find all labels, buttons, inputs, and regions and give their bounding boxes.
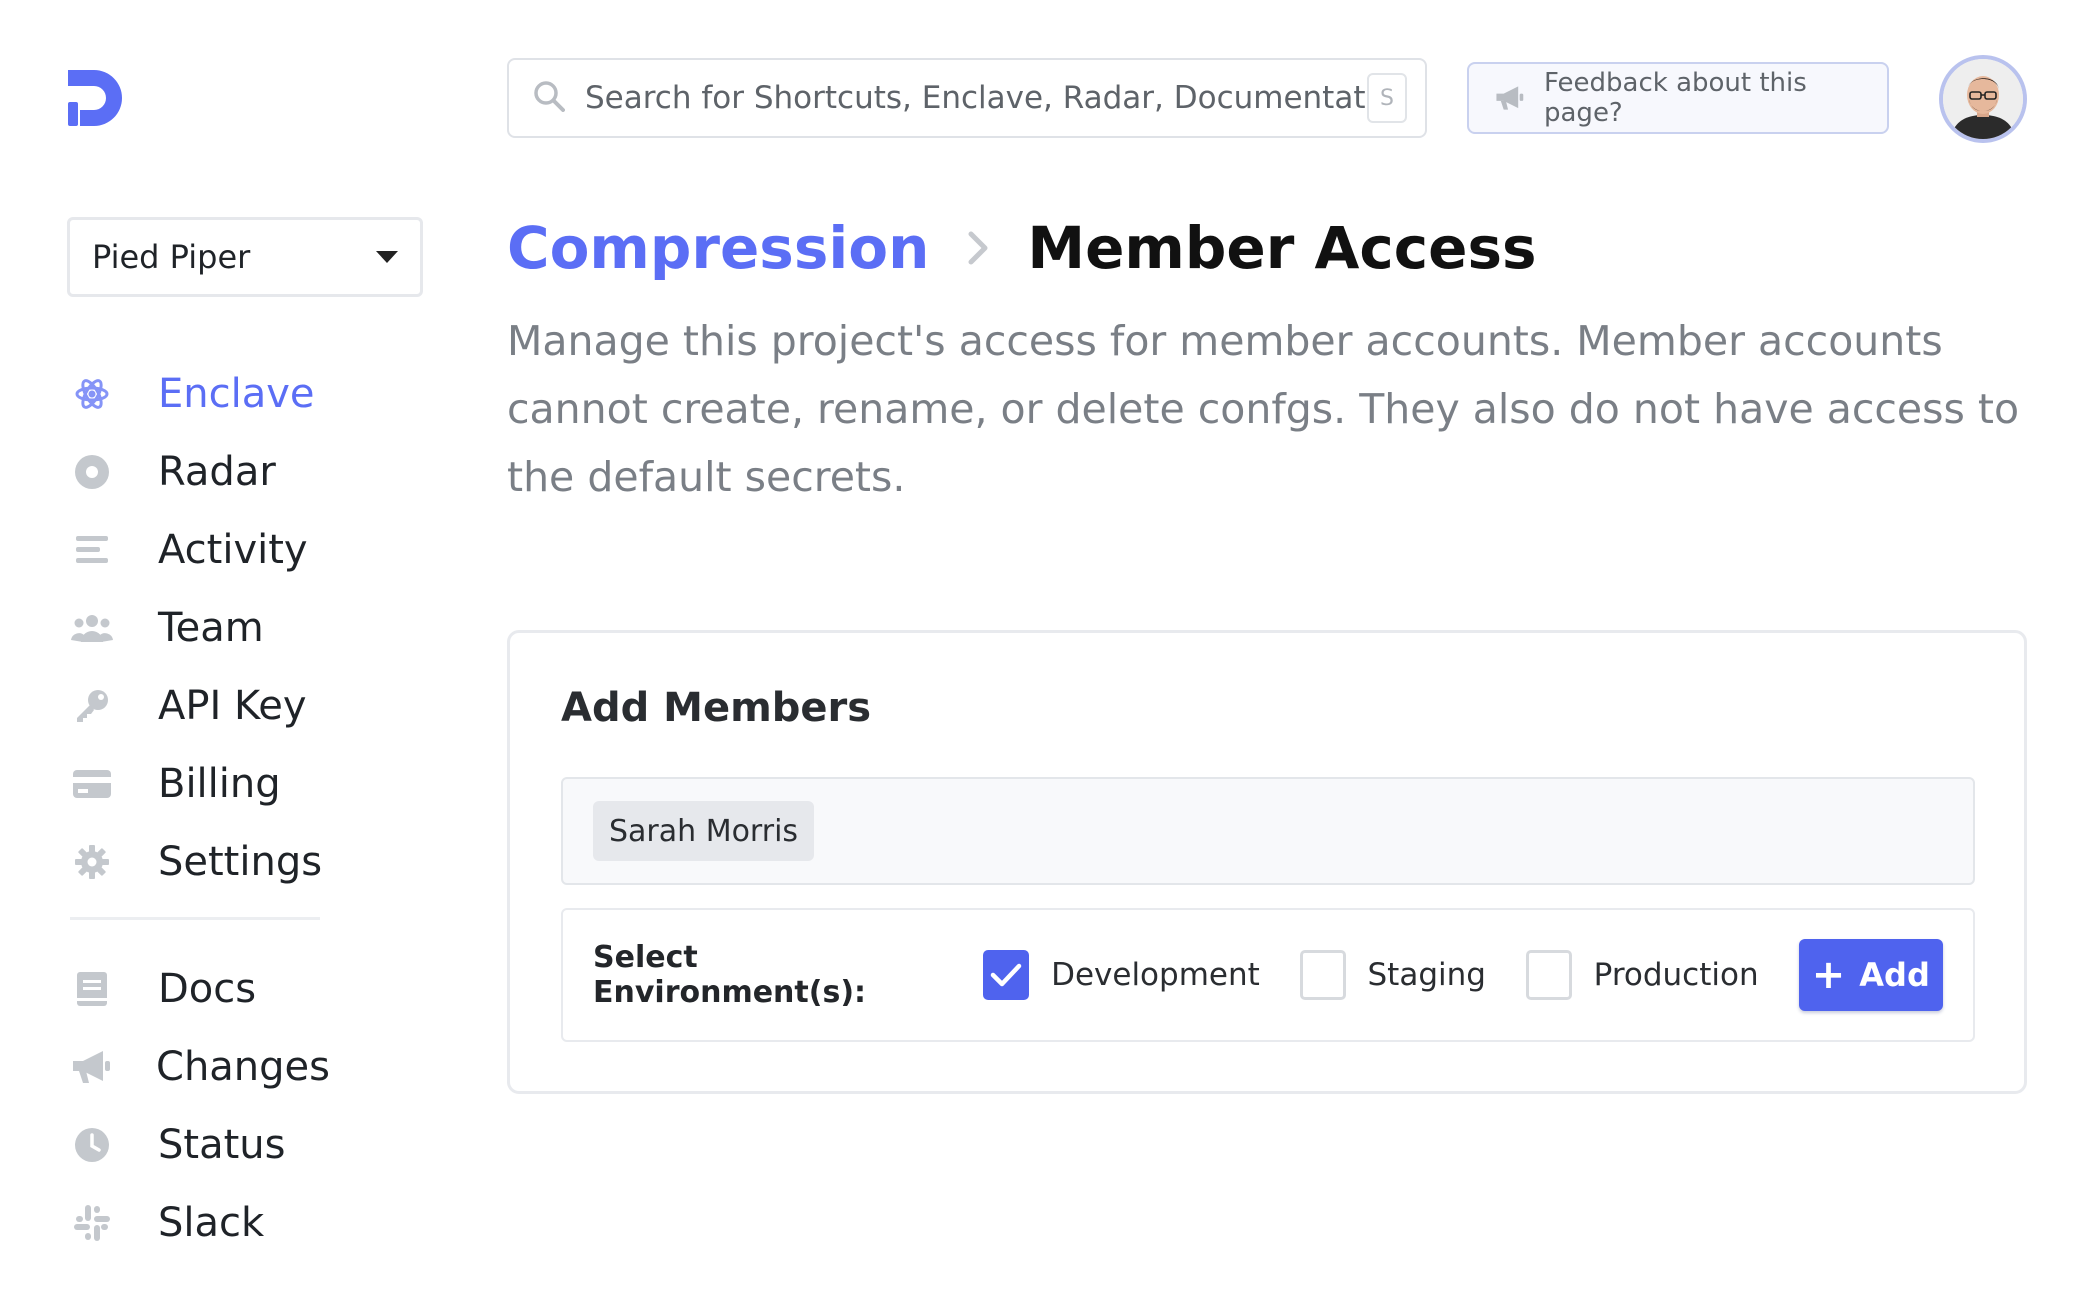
sidebar-item-label: Team [158, 605, 264, 651]
feedback-button[interactable]: Feedback about this page? [1467, 62, 1889, 134]
page-title: Member Access [1027, 214, 1537, 282]
sidebar-item-team[interactable]: Team [70, 589, 330, 667]
gear-icon [70, 840, 114, 884]
breadcrumb: Compression Member Access [507, 214, 1537, 282]
clock-icon [70, 1123, 114, 1167]
sidebar-item-label: Enclave [158, 371, 315, 417]
production-label[interactable]: Production [1594, 957, 1759, 993]
production-checkbox[interactable] [1525, 950, 1572, 1000]
search-shortcut-key: S [1367, 73, 1407, 123]
sidebar-item-label: Docs [158, 966, 257, 1012]
search-bar[interactable]: S [507, 58, 1427, 138]
sidebar-item-settings[interactable]: Settings [70, 823, 330, 901]
sidebar-item-label: Settings [158, 839, 323, 885]
activity-list-icon [70, 528, 114, 572]
org-selector-value: Pied Piper [92, 238, 251, 276]
doppler-logo[interactable] [64, 66, 128, 130]
sidebar-item-docs[interactable]: Docs [70, 950, 330, 1028]
book-icon [70, 967, 114, 1011]
credit-card-icon [70, 762, 114, 806]
sidebar-item-radar[interactable]: Radar [70, 433, 330, 511]
slack-icon [70, 1201, 114, 1245]
sidebar-item-enclave[interactable]: Enclave [70, 355, 330, 433]
chevron-right-icon [967, 231, 989, 265]
radar-icon [70, 450, 114, 494]
user-avatar[interactable] [1939, 55, 2027, 143]
sidebar-item-billing[interactable]: Billing [70, 745, 330, 823]
staging-label[interactable]: Staging [1368, 957, 1486, 993]
staging-checkbox[interactable] [1299, 950, 1346, 1000]
sidebar-item-changes[interactable]: Changes [70, 1028, 330, 1106]
atom-icon [70, 372, 114, 416]
card-title: Add Members [561, 685, 872, 731]
breadcrumb-parent-link[interactable]: Compression [507, 214, 929, 282]
sidebar-item-label: Status [158, 1122, 286, 1168]
development-checkbox[interactable] [983, 950, 1030, 1000]
sidebar-item-label: Activity [158, 527, 308, 573]
environment-selector: Select Environment(s): Development Stagi… [561, 908, 1975, 1042]
caret-down-icon [376, 251, 398, 263]
key-icon [70, 684, 114, 728]
sidebar-item-api-key[interactable]: API Key [70, 667, 330, 745]
sidebar-item-label: API Key [158, 683, 307, 729]
add-button-label: Add [1859, 956, 1930, 994]
add-button[interactable]: + Add [1798, 939, 1944, 1011]
plus-icon: + [1811, 952, 1846, 998]
page-description: Manage this project's access for member … [507, 317, 2020, 501]
sidebar-divider [70, 917, 320, 920]
environment-label: Select Environment(s): [593, 940, 867, 1010]
sidebar-item-label: Radar [158, 449, 276, 495]
search-input[interactable] [583, 79, 1367, 117]
sidebar-item-label: Slack [158, 1200, 265, 1246]
sidebar-item-activity[interactable]: Activity [70, 511, 330, 589]
sidebar-nav: Enclave Radar Activity Team API Key Bill… [70, 355, 330, 1262]
member-chip[interactable]: Sarah Morris [593, 801, 815, 861]
search-icon [533, 80, 565, 116]
org-selector[interactable]: Pied Piper [67, 217, 423, 297]
sidebar-item-slack[interactable]: Slack [70, 1184, 330, 1262]
development-label[interactable]: Development [1051, 957, 1260, 993]
member-select-input[interactable]: Sarah Morris [561, 777, 1975, 885]
megaphone-icon [70, 1045, 112, 1089]
megaphone-icon [1496, 86, 1524, 110]
checkmark-icon [990, 963, 1022, 987]
sidebar-item-label: Changes [156, 1044, 330, 1090]
sidebar-item-status[interactable]: Status [70, 1106, 330, 1184]
team-icon [70, 606, 114, 650]
sidebar-item-label: Billing [158, 761, 281, 807]
feedback-label: Feedback about this page? [1544, 68, 1807, 128]
add-members-card: Add Members Sarah Morris Select Environm… [507, 630, 2027, 1094]
